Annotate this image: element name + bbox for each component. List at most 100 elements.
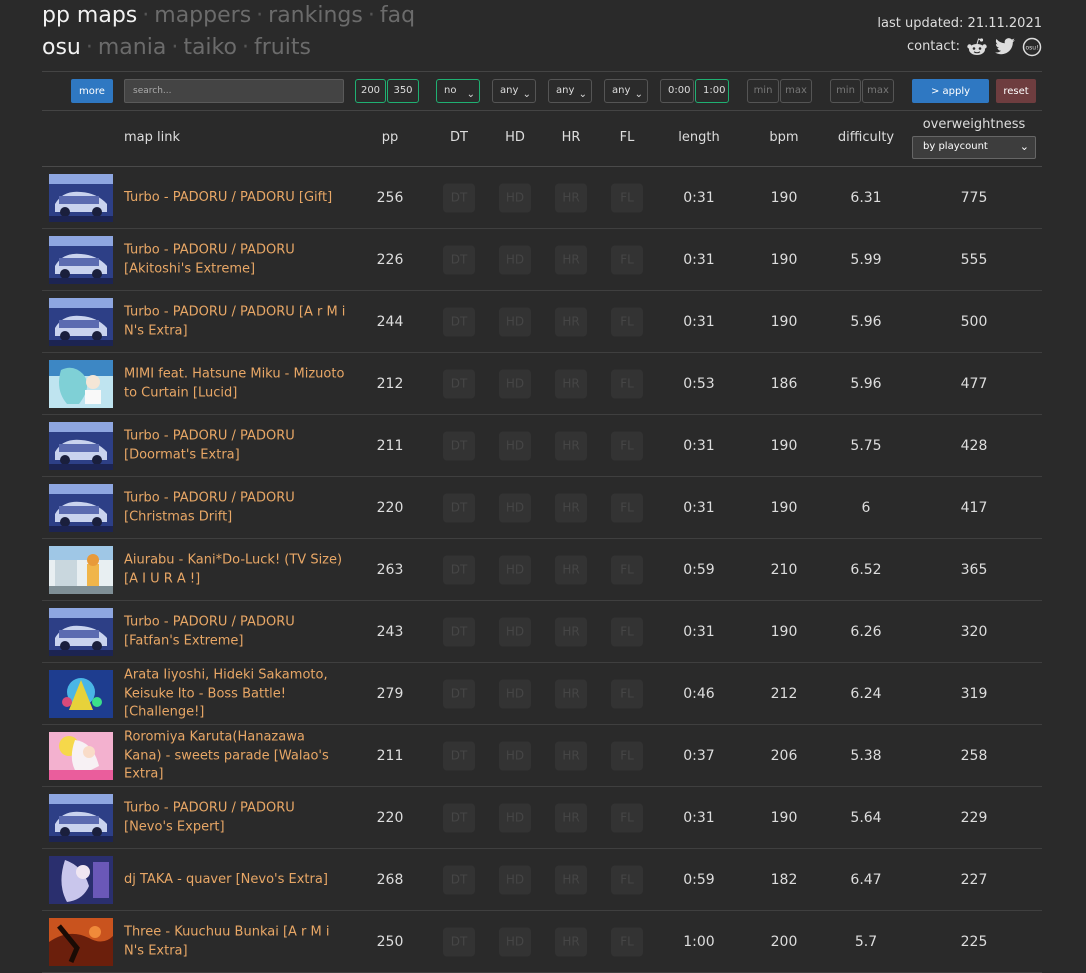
mod-fl-toggle[interactable]: FL: [611, 617, 643, 647]
map-thumbnail[interactable]: [49, 856, 113, 904]
map-thumbnail[interactable]: [49, 360, 113, 408]
difficulty-max-input[interactable]: max: [862, 79, 894, 103]
mod-hd-toggle[interactable]: HD: [499, 493, 531, 523]
mod-hd-toggle[interactable]: HD: [499, 679, 531, 709]
mod-hr-toggle[interactable]: HR: [555, 245, 587, 275]
mod-dt-toggle[interactable]: DT: [443, 927, 475, 957]
mod-hr-toggle[interactable]: HR: [555, 679, 587, 709]
map-link[interactable]: Turbo - PADORU / PADORU [Akitoshi's Extr…: [124, 242, 346, 279]
nav-faq[interactable]: faq: [380, 3, 415, 28]
mod-hd-toggle[interactable]: HD: [499, 245, 531, 275]
osu-icon[interactable]: osu!: [1022, 37, 1042, 57]
mod-hr-toggle[interactable]: HR: [555, 307, 587, 337]
map-link[interactable]: Turbo - PADORU / PADORU [Nevo's Expert]: [124, 800, 346, 837]
map-thumbnail[interactable]: [49, 794, 113, 842]
mod-fl-toggle[interactable]: FL: [611, 183, 643, 213]
mod-dt-toggle[interactable]: DT: [443, 555, 475, 585]
mod-dt-toggle[interactable]: DT: [443, 865, 475, 895]
search-input[interactable]: search...: [124, 79, 344, 103]
header-length[interactable]: length: [678, 130, 719, 145]
header-pp[interactable]: pp: [382, 130, 399, 145]
mod-fl-toggle[interactable]: FL: [611, 741, 643, 771]
hd-select[interactable]: any ⌄: [492, 79, 536, 103]
difficulty-min-input[interactable]: min: [830, 79, 861, 103]
mod-fl-toggle[interactable]: FL: [611, 803, 643, 833]
apply-button[interactable]: > apply: [912, 79, 989, 103]
mod-hr-toggle[interactable]: HR: [555, 803, 587, 833]
mod-fl-toggle[interactable]: FL: [611, 555, 643, 585]
reddit-icon[interactable]: [966, 37, 988, 57]
nav-mappers[interactable]: mappers: [154, 3, 251, 28]
mod-fl-toggle[interactable]: FL: [611, 431, 643, 461]
mod-hr-toggle[interactable]: HR: [555, 865, 587, 895]
mod-hd-toggle[interactable]: HD: [499, 307, 531, 337]
mod-dt-toggle[interactable]: DT: [443, 617, 475, 647]
map-link[interactable]: Arata Iiyoshi, Hideki Sakamoto, Keisuke …: [124, 666, 346, 722]
map-thumbnail[interactable]: [49, 422, 113, 470]
map-link[interactable]: Roromiya Karuta(Hanazawa Kana) - sweets …: [124, 728, 346, 784]
map-link[interactable]: MIMI feat. Hatsune Miku - Mizuoto to Cur…: [124, 366, 346, 403]
length-min-input[interactable]: 0:00: [660, 79, 694, 103]
mod-hr-toggle[interactable]: HR: [555, 369, 587, 399]
map-link[interactable]: Turbo - PADORU / PADORU [Doormat's Extra…: [124, 428, 346, 465]
mod-dt-toggle[interactable]: DT: [443, 493, 475, 523]
pp-max-input[interactable]: 350: [387, 79, 419, 103]
mod-fl-toggle[interactable]: FL: [611, 493, 643, 523]
mod-fl-toggle[interactable]: FL: [611, 865, 643, 895]
mod-dt-toggle[interactable]: DT: [443, 245, 475, 275]
map-link[interactable]: Turbo - PADORU / PADORU [Gift]: [124, 189, 346, 208]
map-thumbnail[interactable]: [49, 236, 113, 284]
mod-hd-toggle[interactable]: HD: [499, 803, 531, 833]
fl-select[interactable]: any ⌄: [604, 79, 648, 103]
more-button[interactable]: more: [71, 79, 113, 103]
nav-fruits[interactable]: fruits: [254, 35, 311, 60]
map-thumbnail[interactable]: [49, 918, 113, 966]
map-link[interactable]: Three - Kuuchuu Bunkai [A r M i N's Extr…: [124, 924, 346, 961]
mod-hd-toggle[interactable]: HD: [499, 369, 531, 399]
twitter-icon[interactable]: [994, 38, 1016, 56]
nav-rankings[interactable]: rankings: [268, 3, 363, 28]
mod-dt-toggle[interactable]: DT: [443, 679, 475, 709]
bpm-max-input[interactable]: max: [780, 79, 812, 103]
mod-hr-toggle[interactable]: HR: [555, 183, 587, 213]
sort-select[interactable]: by playcount ⌄: [912, 136, 1036, 159]
map-thumbnail[interactable]: [49, 732, 113, 780]
nav-taiko[interactable]: taiko: [183, 35, 237, 60]
header-difficulty[interactable]: difficulty: [838, 130, 894, 145]
mod-hd-toggle[interactable]: HD: [499, 617, 531, 647]
mod-hd-toggle[interactable]: HD: [499, 183, 531, 213]
mod-hd-toggle[interactable]: HD: [499, 865, 531, 895]
nav-mania[interactable]: mania: [98, 35, 166, 60]
dt-select[interactable]: no ⌄: [436, 79, 480, 103]
reset-button[interactable]: reset: [996, 79, 1036, 103]
mod-hd-toggle[interactable]: HD: [499, 431, 531, 461]
mod-fl-toggle[interactable]: FL: [611, 679, 643, 709]
mod-fl-toggle[interactable]: FL: [611, 369, 643, 399]
pp-min-input[interactable]: 200: [355, 79, 386, 103]
mod-dt-toggle[interactable]: DT: [443, 307, 475, 337]
mod-hd-toggle[interactable]: HD: [499, 555, 531, 585]
mod-hr-toggle[interactable]: HR: [555, 431, 587, 461]
map-link[interactable]: Turbo - PADORU / PADORU [Fatfan's Extrem…: [124, 614, 346, 651]
mod-hr-toggle[interactable]: HR: [555, 555, 587, 585]
hr-select[interactable]: any ⌄: [548, 79, 592, 103]
map-thumbnail[interactable]: [49, 608, 113, 656]
mod-fl-toggle[interactable]: FL: [611, 927, 643, 957]
nav-osu[interactable]: osu: [42, 35, 81, 60]
header-bpm[interactable]: bpm: [769, 130, 798, 145]
map-link[interactable]: Turbo - PADORU / PADORU [Christmas Drift…: [124, 490, 346, 527]
map-thumbnail[interactable]: [49, 174, 113, 222]
mod-dt-toggle[interactable]: DT: [443, 803, 475, 833]
mod-hr-toggle[interactable]: HR: [555, 617, 587, 647]
mod-hr-toggle[interactable]: HR: [555, 493, 587, 523]
mod-hd-toggle[interactable]: HD: [499, 927, 531, 957]
map-link[interactable]: Aiurabu - Kani*Do-Luck! (TV Size) [A I U…: [124, 552, 346, 589]
mod-hd-toggle[interactable]: HD: [499, 741, 531, 771]
map-thumbnail[interactable]: [49, 484, 113, 532]
map-link[interactable]: Turbo - PADORU / PADORU [A r M i N's Ext…: [124, 304, 346, 341]
map-thumbnail[interactable]: [49, 670, 113, 718]
bpm-min-input[interactable]: min: [747, 79, 779, 103]
map-link[interactable]: dj TAKA - quaver [Nevo's Extra]: [124, 871, 346, 890]
map-thumbnail[interactable]: [49, 546, 113, 594]
mod-fl-toggle[interactable]: FL: [611, 307, 643, 337]
